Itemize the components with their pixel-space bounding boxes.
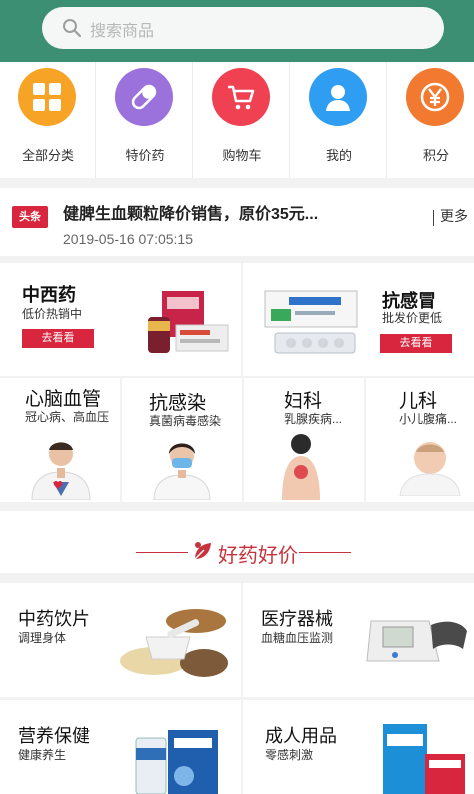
nurse-image	[153, 443, 211, 500]
tile-cardio[interactable]: 心脑血管 冠心病、高血压	[0, 378, 120, 502]
search-bar[interactable]: 搜索商品	[42, 7, 444, 49]
category-points[interactable]: 积分	[388, 62, 474, 178]
search-placeholder: 搜索商品	[90, 23, 155, 40]
woman-back-image	[282, 434, 320, 500]
tile-anti-cold[interactable]: 抗感冒 批发价更低 去看看	[243, 263, 474, 376]
tile-subtitle: 健康养生	[18, 748, 67, 762]
tile-title: 医疗器械	[261, 609, 333, 629]
medicine-box-image	[148, 291, 229, 353]
tile-chinese-western-medicine[interactable]: 中西药 低价热销中 去看看	[0, 263, 241, 376]
category-label: 特价药	[125, 148, 165, 163]
tile-subtitle: 血糖血压监测	[261, 631, 334, 645]
go-see-button[interactable]: 去看看	[380, 334, 452, 353]
tile-subtitle: 低价热销中	[22, 307, 83, 321]
herbs-image	[120, 609, 228, 677]
divider	[299, 552, 351, 553]
category-label: 购物车	[222, 148, 262, 163]
section-banner-title: 好药好价	[218, 545, 298, 567]
category-label: 全部分类	[21, 148, 74, 163]
tile-title: 妇科	[284, 391, 323, 412]
medicine-leaf-icon	[194, 542, 211, 560]
product-box-image	[383, 724, 465, 794]
tile-title: 成人用品	[265, 726, 337, 746]
go-see-button[interactable]: 去看看	[22, 329, 94, 348]
tile-subtitle: 小儿腹痛...	[399, 412, 458, 426]
blood-pressure-monitor-image	[366, 620, 467, 662]
category-cart[interactable]: 购物车	[194, 62, 290, 178]
headline-title[interactable]: 健脾生血颗粒降价销售，原价35元...	[63, 200, 408, 224]
category-row: 全部分类 特价药 购物车 我的 积分	[0, 62, 474, 178]
doctor-image	[31, 442, 91, 500]
category-special-offer[interactable]: 特价药	[97, 62, 193, 178]
tile-subtitle: 冠心病、高血压	[25, 410, 110, 424]
top-header: 搜索商品	[0, 0, 474, 62]
tile-title: 中药饮片	[18, 609, 90, 629]
more-link[interactable]: 更多	[440, 206, 468, 226]
yen-coin-icon	[406, 68, 464, 126]
tile-anti-infection[interactable]: 抗感染 真菌病毒感染	[122, 378, 242, 502]
tile-title: 儿科	[399, 391, 438, 412]
medicine-box-image	[264, 290, 358, 354]
category-all[interactable]: 全部分类	[0, 62, 96, 178]
headline-news[interactable]: 头条 健脾生血颗粒降价销售，原价35元... 2019-05-16 07:05:…	[0, 188, 474, 256]
supplement-box-image	[135, 730, 218, 794]
tile-title: 中西药	[22, 285, 76, 305]
category-mine[interactable]: 我的	[291, 62, 387, 178]
tile-title: 抗感染	[149, 393, 207, 414]
tile-gynecology[interactable]: 妇科 乳腺疾病...	[244, 378, 364, 502]
tile-title: 营养保健	[18, 726, 90, 746]
headline-badge: 头条	[12, 206, 48, 228]
tile-subtitle: 乳腺疾病...	[284, 412, 343, 426]
tile-title: 心脑血管	[25, 389, 102, 410]
divider	[136, 552, 188, 553]
grid-icon	[18, 68, 76, 126]
tile-adult-products[interactable]: 成人用品 零感刺激	[243, 700, 474, 794]
category-label: 我的	[325, 148, 352, 163]
section-banner: 好药好价	[0, 511, 474, 573]
tile-subtitle: 批发价更低	[382, 311, 443, 325]
tile-subtitle: 零感刺激	[265, 748, 314, 762]
cart-icon	[212, 68, 270, 126]
tile-medical-devices[interactable]: 医疗器械 血糖血压监测	[243, 583, 474, 697]
user-icon	[309, 68, 367, 126]
tile-nutrition-health[interactable]: 营养保健 健康养生	[0, 700, 241, 794]
divider	[433, 210, 434, 226]
category-label: 积分	[422, 148, 449, 163]
tile-herbal-pieces[interactable]: 中药饮片 调理身体	[0, 583, 241, 697]
tile-subtitle: 调理身体	[18, 631, 67, 645]
baby-image	[399, 442, 461, 496]
pill-icon	[115, 68, 173, 126]
search-icon	[63, 19, 82, 38]
tile-pediatrics[interactable]: 儿科 小儿腹痛...	[366, 378, 474, 502]
tile-subtitle: 真菌病毒感染	[149, 414, 222, 428]
headline-time: 2019-05-16 07:05:15	[63, 231, 193, 247]
